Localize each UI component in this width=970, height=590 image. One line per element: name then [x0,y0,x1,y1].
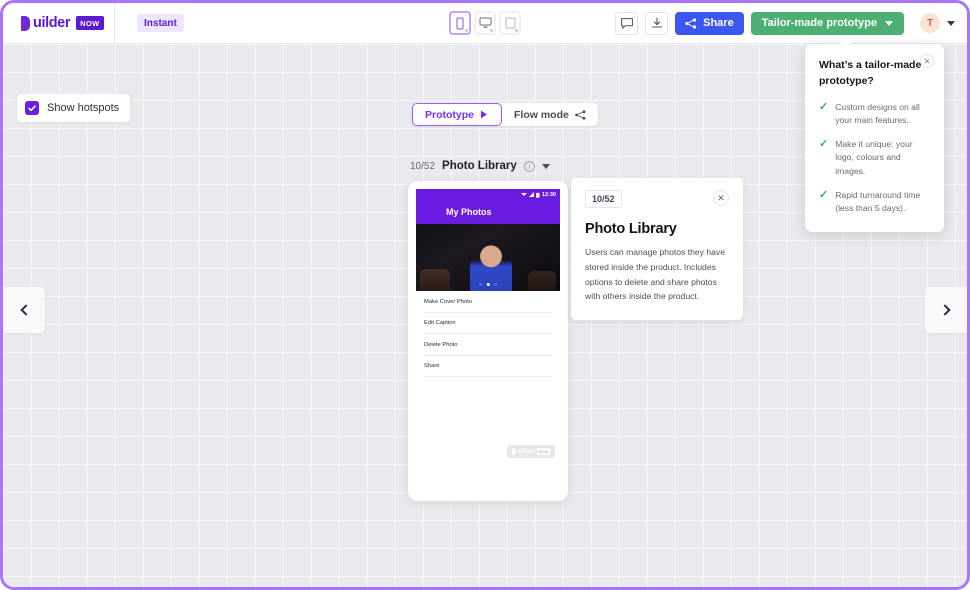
watermark-text: uilder [518,448,535,455]
chevron-down-icon [514,29,519,33]
appbar-title: My Photos [446,207,492,217]
logo-mark: uilder NOW [21,14,104,31]
builder-now-watermark: uilder NOW [507,445,556,458]
signal-icon [529,192,535,197]
check-icon: ✓ [819,138,829,151]
chevron-down-icon [947,20,955,26]
phone-appbar: My Photos [416,200,560,224]
info-card-header: 10/52 ✕ [585,190,729,208]
chevron-right-icon [938,304,951,316]
tablet-icon [505,17,515,29]
logo-wordmark: uilder [33,14,71,31]
app-header: uilder NOW Instant Share Tailor-made pro… [3,3,967,44]
chevron-down-icon [489,29,494,33]
download-icon [651,17,662,28]
chevron-down-icon [464,29,469,33]
show-hotspots-label: Show hotspots [47,102,120,114]
info-icon[interactable]: i [523,160,535,172]
avatar: T [920,13,940,33]
tooltip-item: ✓ Make it unique: your logo, colours and… [819,138,929,178]
comment-icon [620,17,633,29]
tailor-label: Tailor-made prototype [761,17,877,29]
tooltip-title: What’s a tailor-made prototype? [819,59,922,87]
hotspots-checkbox[interactable] [25,101,39,115]
flow-icon [575,109,586,120]
screen-counter: 10/52 [410,160,436,172]
logo-now-badge: NOW [76,16,104,30]
share-button[interactable]: Share [675,11,744,35]
check-icon [28,104,36,111]
info-card-counter: 10/52 [585,190,622,208]
watermark-b-glyph [512,448,516,455]
download-button[interactable] [645,11,669,35]
screen-info-card: 10/52 ✕ Photo Library Users can manage p… [571,178,743,321]
carousel-dots [478,282,498,286]
wifi-icon [521,193,528,196]
show-hotspots-toggle[interactable]: Show hotspots [17,94,131,122]
phone-status-bar: 12:30 [416,189,560,200]
close-icon[interactable]: ✕ [713,190,729,206]
tooltip-item: ✓ Rapid turnaround time (less than 5 day… [819,189,929,216]
tab-prototype[interactable]: Prototype [412,103,503,126]
list-item[interactable]: Share [424,356,552,377]
photo-decor-left [420,269,450,291]
list-item[interactable]: Edit Caption [424,313,552,334]
close-icon[interactable]: ✕ [920,54,934,68]
photo-preview-image[interactable] [416,224,560,291]
instant-badge: Instant [137,14,184,32]
device-toggle-group [449,11,521,35]
photo-decor-right [528,271,556,291]
previous-screen-button[interactable] [3,287,45,333]
battery-icon [536,192,540,198]
tab-flow-mode-label: Flow mode [514,108,569,121]
play-icon [481,110,488,119]
desktop-icon [479,17,491,28]
tailor-made-tooltip: ✕ What’s a tailor-made prototype? ✓ Cust… [805,38,944,232]
mobile-icon [456,17,464,29]
device-mobile-button[interactable] [449,11,471,35]
chevron-down-icon[interactable] [541,163,550,169]
comment-button[interactable] [615,11,639,35]
status-time: 12:30 [541,191,556,198]
share-label: Share [703,17,734,29]
phone-screen: 12:30 My Photos Make Cover Photo Edit Ca… [416,189,560,377]
logo-b-glyph [21,15,30,31]
device-desktop-button[interactable] [474,11,496,35]
carousel-dot[interactable] [493,282,498,286]
check-icon: ✓ [819,100,829,113]
device-tablet-button[interactable] [499,11,521,35]
share-icon [685,17,697,29]
screen-title: Photo Library [442,160,517,172]
phone-preview[interactable]: 12:30 My Photos Make Cover Photo Edit Ca… [408,181,568,501]
info-card-body: Users can manage photos they have stored… [585,247,725,302]
tooltip-item: ✓ Custom designs on all your main featur… [819,101,929,128]
carousel-dot[interactable] [478,282,483,286]
account-menu[interactable]: T [920,13,955,33]
list-item[interactable]: Delete Photo [424,334,552,356]
photo-actions-list: Make Cover Photo Edit Caption Delete Pho… [416,291,560,377]
screen-label: 10/52 Photo Library i [410,160,550,172]
chevron-left-icon [19,304,32,316]
tooltip-item-text: Make it unique: your logo, colours and i… [835,139,913,176]
app-window: uilder NOW Instant Share Tailor-made pro… [0,0,970,590]
carousel-dot-active[interactable] [486,282,490,286]
tooltip-item-text: Custom designs on all your main features… [835,101,920,125]
header-actions: Share Tailor-made prototype T [615,11,967,35]
next-screen-button[interactable] [925,287,967,333]
tooltip-item-text: Rapid turnaround time (less than 5 days)… [835,190,921,214]
list-item[interactable]: Make Cover Photo [424,291,552,313]
mode-tab-group: Prototype Flow mode [412,103,598,126]
tab-flow-mode[interactable]: Flow mode [502,103,598,126]
watermark-now-badge: NOW [536,448,551,455]
tailor-made-prototype-button[interactable]: Tailor-made prototype [750,11,904,35]
tab-prototype-label: Prototype [425,108,475,121]
check-icon: ✓ [819,189,829,202]
info-card-title: Photo Library [585,221,677,237]
builder-now-logo[interactable]: uilder NOW [3,3,115,43]
chevron-down-icon [885,20,893,26]
